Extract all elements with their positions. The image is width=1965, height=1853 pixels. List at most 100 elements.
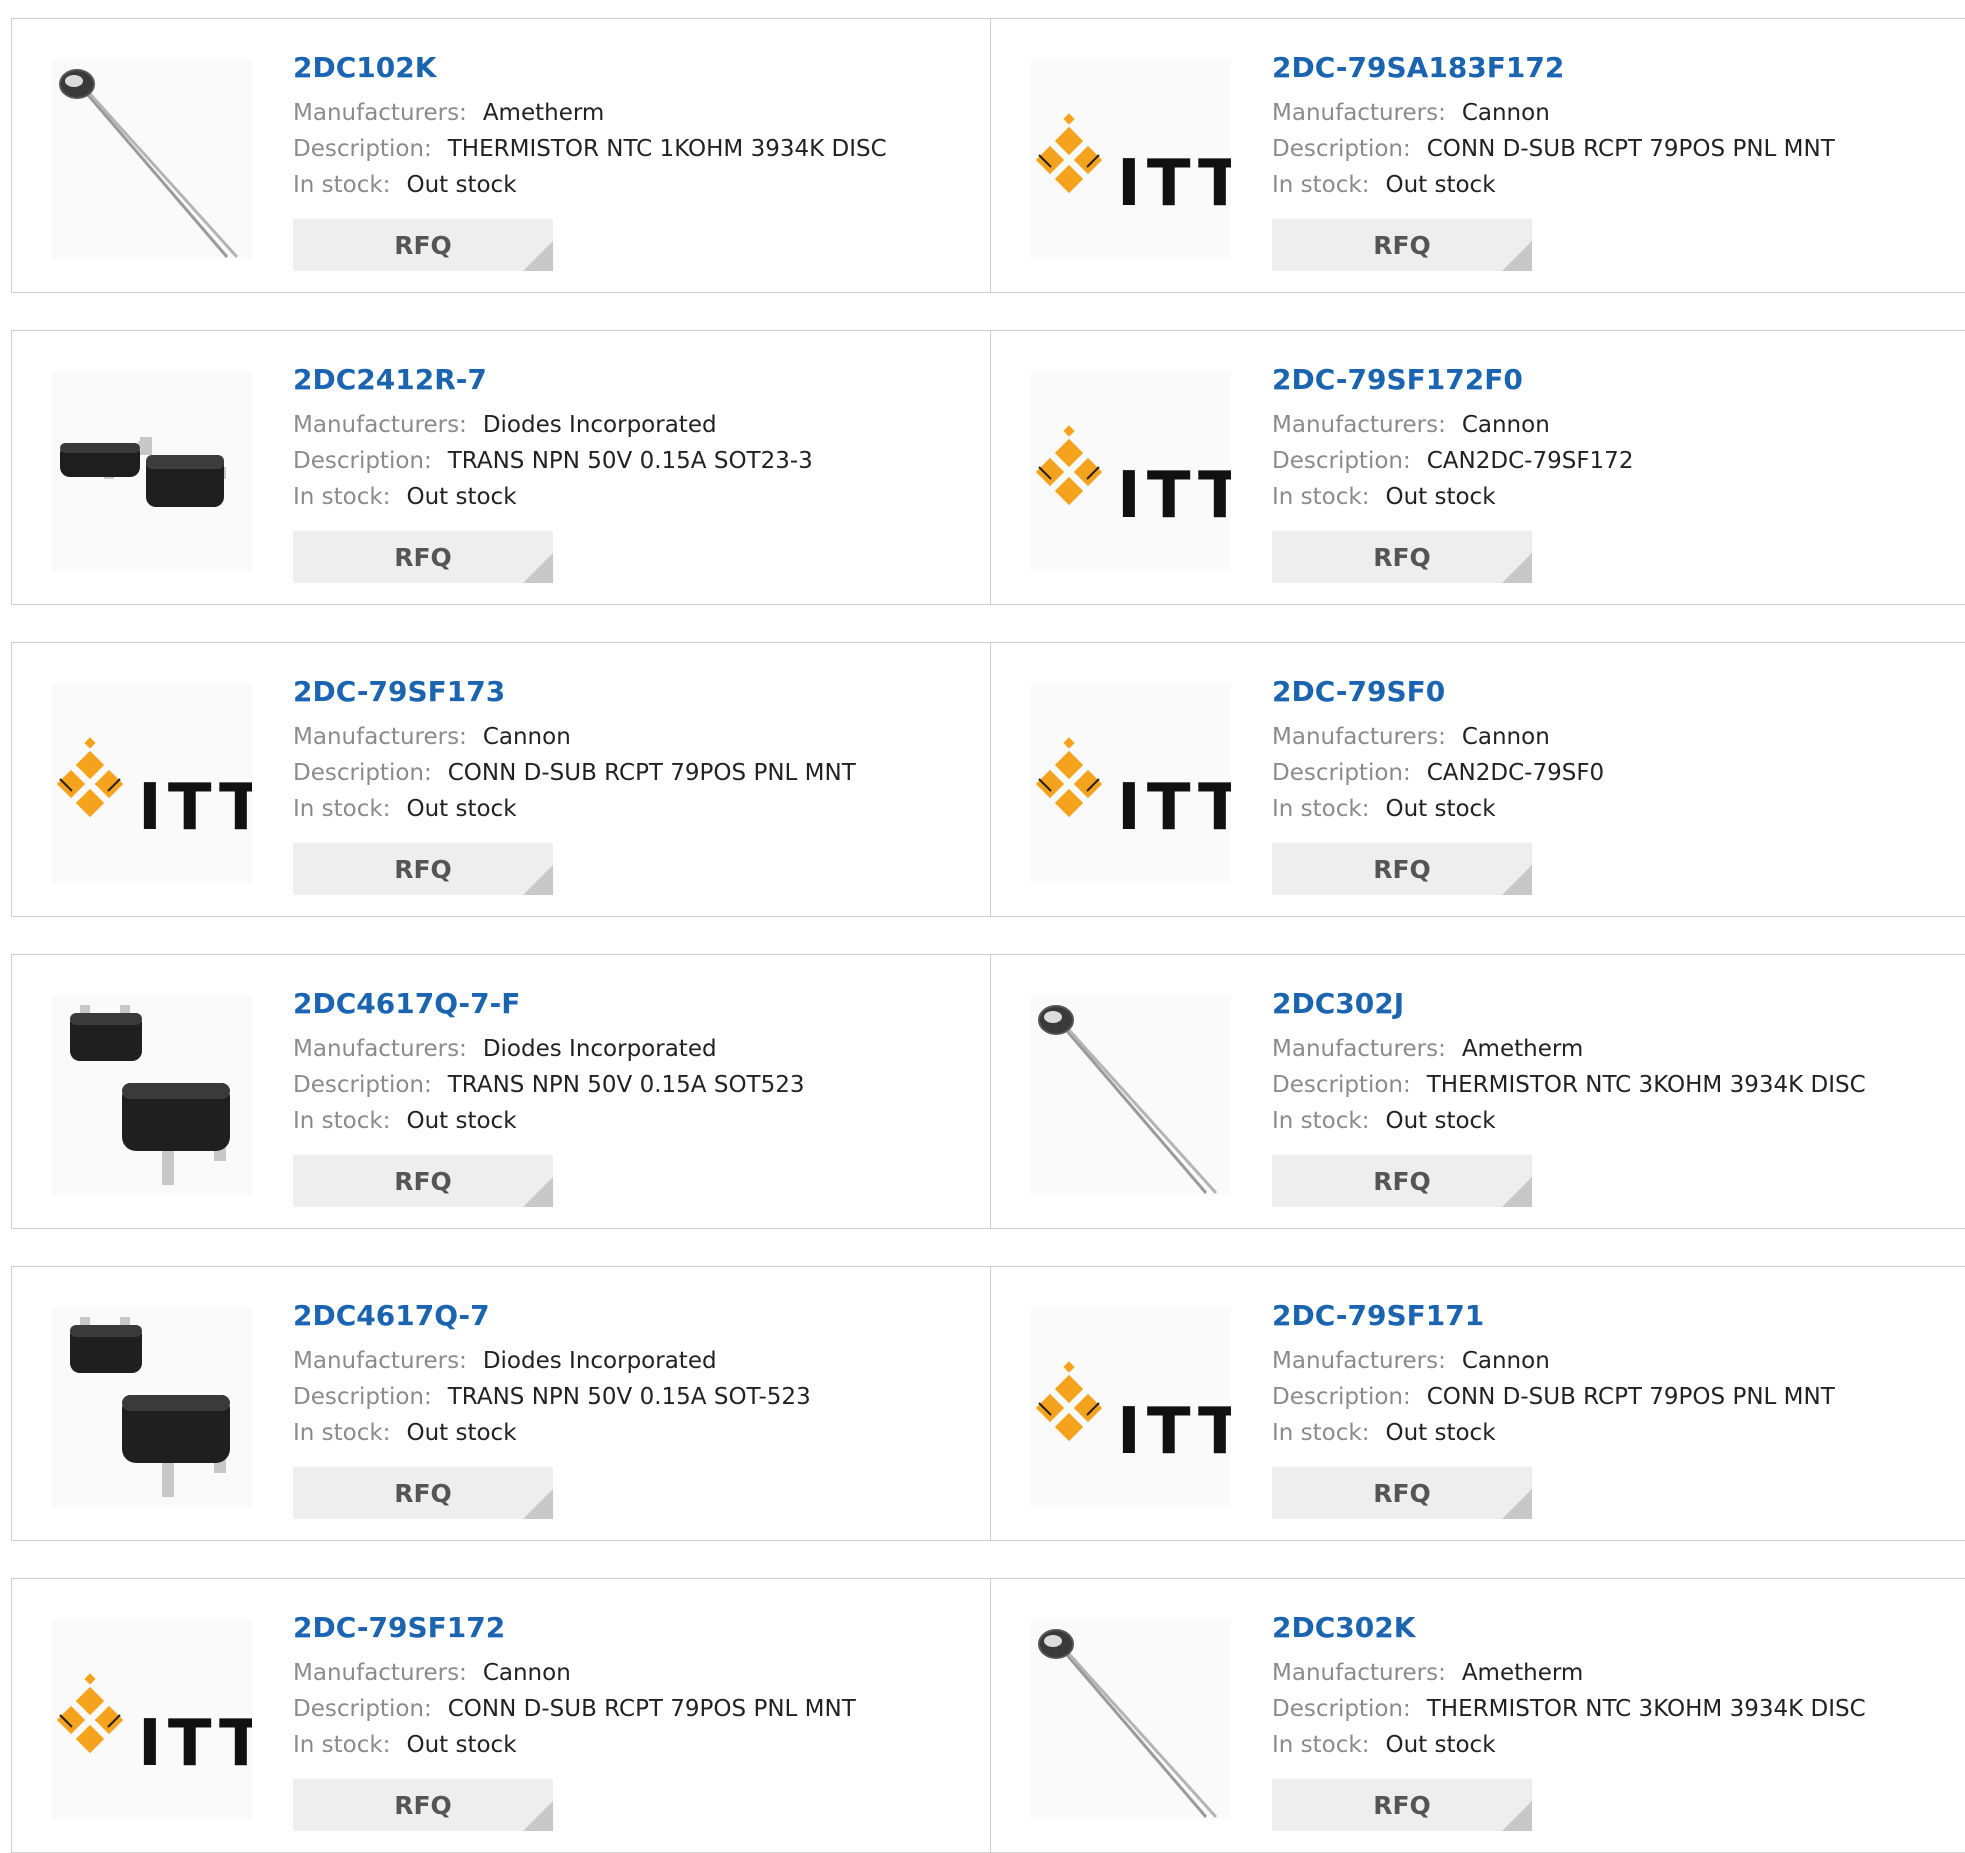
rfq-button[interactable]: RFQ	[1272, 531, 1532, 583]
description-line: Description: TRANS NPN 50V 0.15A SOT-523	[293, 1379, 980, 1416]
product-row: 2DC2412R-7 Manufacturers: Diodes Incorpora…	[11, 330, 1965, 605]
itt-logo[interactable]: ITT	[1031, 59, 1231, 259]
sot23-image[interactable]	[52, 371, 252, 571]
in-stock-label: In stock:	[293, 1108, 391, 1134]
rfq-label: RFQ	[1373, 230, 1431, 260]
description-value: TRANS NPN 50V 0.15A SOT-523	[447, 1384, 811, 1410]
part-number-link[interactable]: 2DC-79SF173	[293, 677, 980, 707]
part-number-link[interactable]: 2DC302K	[1272, 1613, 1959, 1643]
manufacturers-label: Manufacturers:	[293, 1348, 467, 1374]
manufacturer-value: Ametherm	[1461, 1036, 1584, 1062]
rfq-button[interactable]: RFQ	[1272, 1779, 1532, 1831]
description-line: Description: THERMISTOR NTC 3KOHM 3934K D…	[1272, 1691, 1959, 1728]
corner-decoration	[1502, 241, 1532, 271]
description-value: CONN D-SUB RCPT 79POS PNL MNT	[447, 1696, 856, 1722]
rfq-label: RFQ	[394, 854, 452, 884]
description-value: CONN D-SUB RCPT 79POS PNL MNT	[447, 760, 856, 786]
description-value: TRANS NPN 50V 0.15A SOT23-3	[447, 448, 813, 474]
rfq-button[interactable]: RFQ	[293, 1155, 553, 1207]
manufacturers-label: Manufacturers:	[293, 412, 467, 438]
manufacturer-line: Manufacturers: Ametherm	[293, 95, 980, 132]
corner-decoration	[523, 1177, 553, 1207]
rfq-label: RFQ	[394, 1166, 452, 1196]
rfq-button[interactable]: RFQ	[293, 1467, 553, 1519]
part-number-link[interactable]: 2DC2412R-7	[293, 365, 980, 395]
rfq-button[interactable]: RFQ	[293, 531, 553, 583]
manufacturer-value: Cannon	[1461, 724, 1550, 750]
rfq-label: RFQ	[394, 1790, 452, 1820]
itt-logo[interactable]: ITT	[1031, 371, 1231, 571]
rfq-button[interactable]: RFQ	[293, 219, 553, 271]
manufacturers-label: Manufacturers:	[293, 724, 467, 750]
thermistor-image[interactable]	[52, 59, 252, 259]
stock-line: In stock: Out stock	[293, 1103, 980, 1140]
in-stock-label: In stock:	[1272, 484, 1370, 510]
rfq-button[interactable]: RFQ	[1272, 1467, 1532, 1519]
itt-logo[interactable]: ITT	[52, 683, 252, 883]
stock-value: Out stock	[406, 1420, 517, 1446]
manufacturers-label: Manufacturers:	[1272, 1036, 1446, 1062]
sot523-image[interactable]	[52, 1307, 252, 1507]
product-card: 2DC302K Manufacturers: Ametherm Description…	[990, 1579, 1965, 1852]
manufacturer-value: Diodes Incorporated	[482, 412, 717, 438]
part-number-link[interactable]: 2DC4617Q-7-F	[293, 989, 980, 1019]
product-card: 2DC102K Manufacturers: Ametherm Description…	[12, 19, 990, 292]
part-number-link[interactable]: 2DC302J	[1272, 989, 1959, 1019]
stock-value: Out stock	[1385, 1108, 1496, 1134]
itt-logo[interactable]: ITT	[1031, 1307, 1231, 1507]
manufacturers-label: Manufacturers:	[293, 100, 467, 126]
itt-logo[interactable]: ITT	[1031, 683, 1231, 883]
stock-line: In stock: Out stock	[1272, 479, 1959, 516]
manufacturer-line: Manufacturers: Cannon	[293, 1655, 980, 1692]
part-number-link[interactable]: 2DC-79SF171	[1272, 1301, 1959, 1331]
product-card: ITT 2DC-79SF171 Manufacturers: Cannon Descri…	[990, 1267, 1965, 1540]
description-value: CAN2DC-79SF0	[1426, 760, 1605, 786]
stock-value: Out stock	[1385, 1732, 1496, 1758]
manufacturer-line: Manufacturers: Cannon	[1272, 95, 1959, 132]
in-stock-label: In stock:	[1272, 1108, 1370, 1134]
rfq-button[interactable]: RFQ	[293, 843, 553, 895]
thermistor-image[interactable]	[1031, 995, 1231, 1195]
description-line: Description: THERMISTOR NTC 3KOHM 3934K D…	[1272, 1067, 1959, 1104]
part-number-link[interactable]: 2DC102K	[293, 53, 980, 83]
corner-decoration	[1502, 553, 1532, 583]
description-label: Description:	[1272, 1696, 1411, 1722]
corner-decoration	[1502, 865, 1532, 895]
corner-decoration	[523, 865, 553, 895]
in-stock-label: In stock:	[293, 1732, 391, 1758]
sot523-image[interactable]	[52, 995, 252, 1195]
manufacturer-line: Manufacturers: Ametherm	[1272, 1031, 1959, 1068]
product-card: ITT 2DC-79SF172F0 Manufacturers: Cannon Desc…	[990, 331, 1965, 604]
svg-text:ITT: ITT	[1117, 147, 1231, 221]
itt-logo[interactable]: ITT	[52, 1619, 252, 1819]
corner-decoration	[1502, 1177, 1532, 1207]
description-label: Description:	[1272, 1384, 1411, 1410]
stock-line: In stock: Out stock	[1272, 167, 1959, 204]
rfq-label: RFQ	[1373, 854, 1431, 884]
part-number-link[interactable]: 2DC-79SF172	[293, 1613, 980, 1643]
stock-line: In stock: Out stock	[1272, 791, 1959, 828]
description-label: Description:	[293, 136, 432, 162]
stock-value: Out stock	[1385, 484, 1496, 510]
stock-value: Out stock	[406, 172, 517, 198]
rfq-button[interactable]: RFQ	[1272, 219, 1532, 271]
manufacturer-line: Manufacturers: Diodes Incorporated	[293, 1031, 980, 1068]
part-number-link[interactable]: 2DC-79SA183F172	[1272, 53, 1959, 83]
description-line: Description: CONN D-SUB RCPT 79POS PNL MN…	[293, 755, 980, 792]
rfq-button[interactable]: RFQ	[1272, 843, 1532, 895]
svg-text:ITT: ITT	[138, 771, 252, 845]
description-line: Description: TRANS NPN 50V 0.15A SOT23-3	[293, 443, 980, 480]
thermistor-image[interactable]	[1031, 1619, 1231, 1819]
description-line: Description: CONN D-SUB RCPT 79POS PNL MN…	[1272, 131, 1959, 168]
description-label: Description:	[293, 760, 432, 786]
part-number-link[interactable]: 2DC-79SF172F0	[1272, 365, 1959, 395]
rfq-button[interactable]: RFQ	[293, 1779, 553, 1831]
in-stock-label: In stock:	[1272, 1732, 1370, 1758]
description-line: Description: CAN2DC-79SF0	[1272, 755, 1959, 792]
rfq-button[interactable]: RFQ	[1272, 1155, 1532, 1207]
svg-text:ITT: ITT	[1117, 771, 1231, 845]
description-label: Description:	[1272, 448, 1411, 474]
part-number-link[interactable]: 2DC-79SF0	[1272, 677, 1959, 707]
part-number-link[interactable]: 2DC4617Q-7	[293, 1301, 980, 1331]
rfq-label: RFQ	[1373, 1166, 1431, 1196]
